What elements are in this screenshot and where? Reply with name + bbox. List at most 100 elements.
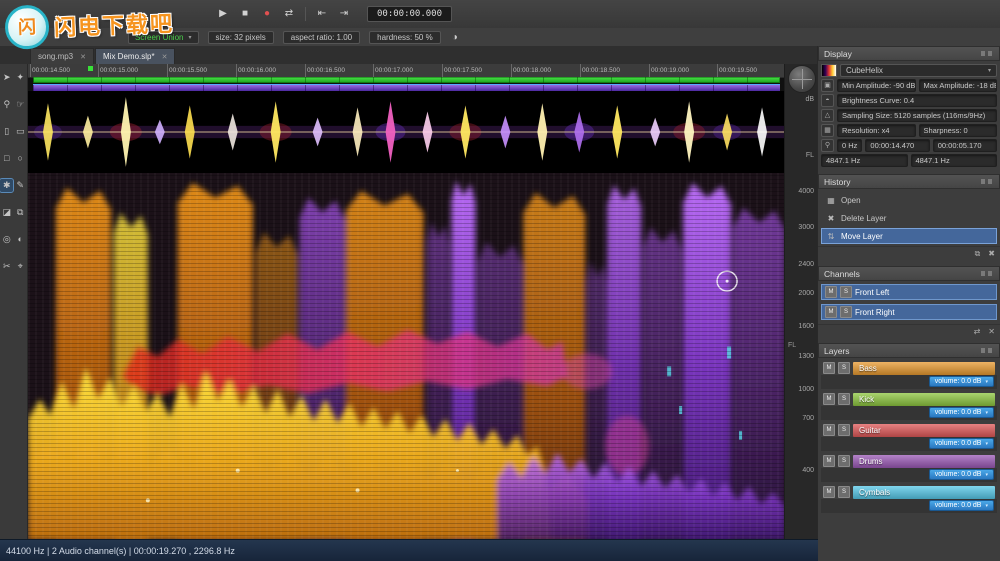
channels-panel-header[interactable]: Channels xyxy=(818,266,1000,281)
layer-name[interactable]: Guitar xyxy=(853,423,995,437)
zoom-tool[interactable]: ⚲ xyxy=(0,98,13,111)
mute-button[interactable]: M xyxy=(823,362,835,374)
scissors-tool[interactable]: ✂ xyxy=(0,260,13,273)
time-selection-tool[interactable]: ▯ xyxy=(0,125,13,138)
hand-tool[interactable]: ☞ xyxy=(14,98,27,111)
layer-name[interactable]: Kick xyxy=(853,392,995,406)
loop-button[interactable]: ⇄ xyxy=(281,6,297,22)
mute-button[interactable]: M xyxy=(823,393,835,405)
aspect-ratio-field[interactable]: aspect ratio: 1.00 xyxy=(282,30,361,44)
solo-button[interactable]: S xyxy=(838,455,850,467)
play-button[interactable]: ▶ xyxy=(215,6,231,22)
channel-front-right[interactable]: M S Front Right xyxy=(821,304,997,320)
layer-name[interactable]: Cymbals xyxy=(853,485,995,499)
navigation-wheel[interactable] xyxy=(788,65,816,93)
tab-mix-demo[interactable]: Mix Demo.slp* ✕ xyxy=(95,48,176,64)
mute-button[interactable]: M xyxy=(823,424,835,436)
time-display[interactable]: 00:00:00.000 xyxy=(367,6,453,22)
close-icon[interactable]: ✕ xyxy=(162,53,168,61)
layer-row[interactable]: M S Cymbals xyxy=(821,485,997,499)
layer-row[interactable]: M S Kick xyxy=(821,392,997,406)
go-to-end-button[interactable]: ⇥ xyxy=(336,6,352,22)
close-icon[interactable]: ✕ xyxy=(80,53,86,61)
layer-name[interactable]: Drums xyxy=(853,454,995,468)
playhead-marker[interactable] xyxy=(88,66,93,71)
history-item-move-layer[interactable]: ⇅ Move Layer xyxy=(821,228,997,244)
max-amplitude-field[interactable]: Max Amplitude: -18 dB xyxy=(918,79,997,92)
close-icon[interactable]: ✕ xyxy=(988,327,995,336)
colormap-select[interactable]: CubeHelix ▾ xyxy=(840,64,997,77)
go-to-start-button[interactable]: ⇤ xyxy=(314,6,330,22)
brightness-icon[interactable]: ◓ xyxy=(821,94,834,107)
history-panel-header[interactable]: History xyxy=(818,174,1000,189)
sampling-size-field[interactable]: Sampling Size: 5120 samples (116ms/9Hz) xyxy=(837,109,997,122)
display-panel-header[interactable]: Display xyxy=(818,46,1000,61)
trash-icon[interactable]: ✖ xyxy=(988,249,995,259)
colormap-swatch xyxy=(821,64,837,77)
scale-column[interactable]: dB FL 4000 3000 2400 2000 1600 FL 1300 1… xyxy=(784,64,818,540)
solo-button[interactable]: S xyxy=(838,362,850,374)
transfer-icon[interactable]: ⇄ xyxy=(974,327,981,336)
eraser-tool[interactable]: ◪ xyxy=(0,206,13,219)
channel-front-left[interactable]: M S Front Left xyxy=(821,284,997,300)
solo-button[interactable]: S xyxy=(838,486,850,498)
solo-button[interactable]: S xyxy=(840,286,852,298)
layer-volume-row: volume: 0.0 dB ▾ xyxy=(821,499,997,513)
resolution-icon[interactable]: ▦ xyxy=(821,124,834,137)
tab-song-mp3[interactable]: song.mp3 ✕ xyxy=(30,48,95,64)
volume-control[interactable]: volume: 0.0 dB ▾ xyxy=(928,469,994,480)
overview-bar-right-channel[interactable] xyxy=(33,84,780,91)
frequency-selection-tool[interactable]: ▭ xyxy=(14,125,27,138)
solo-button[interactable]: S xyxy=(840,306,852,318)
delete-icon: ✖ xyxy=(827,213,835,223)
history-item-delete-layer[interactable]: ✖ Delete Layer xyxy=(821,210,997,226)
duplicate-icon[interactable]: ⧉ xyxy=(975,249,981,259)
volume-control[interactable]: volume: 0.0 dB ▾ xyxy=(928,438,994,449)
stop-button[interactable]: ■ xyxy=(237,6,253,22)
layers-panel-header[interactable]: Layers xyxy=(818,343,1000,358)
timeline-ruler[interactable]: 00:00:14.500 00:00:15.000 00:00:15.500 0… xyxy=(28,64,785,78)
mute-button[interactable]: M xyxy=(823,486,835,498)
volume-control[interactable]: volume: 0.0 dB ▾ xyxy=(928,407,994,418)
measure-tool[interactable]: ⌖ xyxy=(14,260,27,273)
clone-stamp-tool[interactable]: ⧉ xyxy=(14,206,27,219)
record-button[interactable]: ● xyxy=(259,6,275,22)
volume-control[interactable]: volume: 0.0 dB ▾ xyxy=(928,500,994,511)
arrow-tool[interactable]: ➤ xyxy=(0,71,13,84)
rectangular-selection-tool[interactable]: □ xyxy=(0,152,13,165)
brightness-curve-field[interactable]: Brightness Curve: 0.4 xyxy=(837,94,997,107)
magic-wand-tool[interactable]: ✦ xyxy=(14,71,27,84)
layer-row[interactable]: M S Drums xyxy=(821,454,997,468)
history-item-label: Delete Layer xyxy=(841,213,887,223)
volume-control[interactable]: volume: 0.0 dB ▾ xyxy=(928,376,994,387)
layer-row[interactable]: M S Bass xyxy=(821,361,997,375)
overview-bar-left-channel[interactable] xyxy=(33,77,780,83)
solo-button[interactable]: S xyxy=(838,424,850,436)
blur-tool[interactable]: ◐ xyxy=(14,233,27,246)
amplitude-icon[interactable]: ▣ xyxy=(821,79,834,92)
min-amplitude-field[interactable]: Min Amplitude: -90 dB xyxy=(837,79,916,92)
mute-button[interactable]: M xyxy=(825,306,837,318)
spectrogram-canvas[interactable] xyxy=(28,173,785,540)
lasso-selection-tool[interactable]: ○ xyxy=(14,152,27,165)
mute-button[interactable]: M xyxy=(823,455,835,467)
waveform-view[interactable] xyxy=(28,91,785,174)
brush-tool[interactable]: ✱ xyxy=(0,178,15,193)
layer-name[interactable]: Bass xyxy=(853,361,995,375)
freq-label: 2000 xyxy=(798,290,814,298)
mute-button[interactable]: M xyxy=(825,286,837,298)
layer-row[interactable]: M S Guitar xyxy=(821,423,997,437)
brush-size-field[interactable]: size: 32 pixels xyxy=(207,30,274,44)
pencil-tool[interactable]: ✎ xyxy=(14,179,27,192)
sharpness-field[interactable]: Sharpness: 0 xyxy=(918,124,997,137)
cursor-position-icon[interactable]: ⚲ xyxy=(821,139,834,152)
sampling-icon[interactable]: △ xyxy=(821,109,834,122)
blend-mode-select[interactable]: Screen Union ▾ xyxy=(128,30,199,44)
amplify-tool[interactable]: ◎ xyxy=(0,233,13,246)
solo-button[interactable]: S xyxy=(838,393,850,405)
tab-label: Mix Demo.slp* xyxy=(103,52,155,61)
contrast-icon[interactable]: ◑ xyxy=(452,32,458,43)
hardness-field[interactable]: hardness: 50 % xyxy=(369,30,441,44)
history-item-open[interactable]: ▦ Open xyxy=(821,192,997,208)
resolution-field[interactable]: Resolution: x4 xyxy=(837,124,916,137)
